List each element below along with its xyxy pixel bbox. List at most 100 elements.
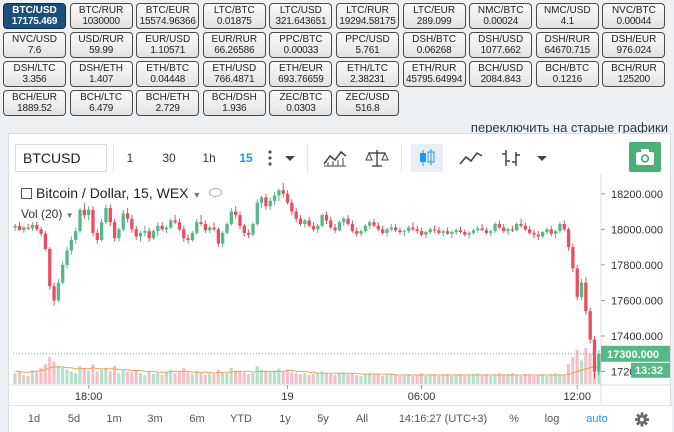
volume-bar: [463, 375, 467, 384]
volume-bar: [212, 374, 216, 384]
volume-bar: [134, 370, 138, 384]
settings-gear-icon[interactable]: [631, 406, 653, 432]
candles-chart-type-icon[interactable]: [411, 144, 443, 172]
range-all-button[interactable]: All: [349, 406, 375, 432]
candle-body: [476, 228, 480, 231]
ticker-button[interactable]: BCH/ETH 2.729: [136, 90, 200, 116]
volume-bar: [208, 373, 212, 384]
range-1m-button[interactable]: 1m: [101, 406, 127, 432]
candle-body: [272, 195, 277, 201]
candle-body: [268, 200, 272, 207]
countdown-label: 13:32: [635, 365, 663, 377]
interval-30-button[interactable]: 30: [155, 144, 183, 172]
ticker-button[interactable]: BTC/USD 17175.469: [3, 3, 66, 29]
interval-dropdown-chevron-icon[interactable]: [279, 144, 301, 172]
candle-body: [130, 218, 134, 230]
ticker-button[interactable]: ZEC/USD 516.8: [336, 90, 399, 116]
ticker-button[interactable]: LTC/EUR 289.099: [402, 3, 466, 29]
bars-chart-type-icon[interactable]: [495, 144, 527, 172]
ticker-button[interactable]: BCH/USD 2084.843: [469, 61, 533, 87]
candle-body: [264, 197, 268, 207]
ticker-button[interactable]: NVC/USD 7.6: [3, 32, 66, 58]
ticker-button[interactable]: ETH/EUR 693.76659: [269, 61, 333, 87]
ticker-button[interactable]: DSH/EUR 976.024: [602, 32, 666, 58]
chart-legend: Bitcoin / Dollar, 15, WEX ▼: [21, 185, 223, 201]
volume-bar: [303, 373, 307, 384]
candle-body: [584, 282, 588, 312]
compare-scales-icon[interactable]: [361, 144, 393, 172]
ticker-button[interactable]: ZEC/BTC 0.0303: [269, 90, 333, 116]
volume-bar: [579, 360, 584, 384]
volume-bar: [30, 370, 34, 384]
volume-bar: [17, 371, 21, 384]
interval-15-button[interactable]: 15: [233, 144, 259, 172]
volume-bar: [346, 374, 350, 384]
area-chart-type-icon[interactable]: [455, 144, 487, 172]
legend-dropdown-chevron-icon[interactable]: ▼: [192, 190, 201, 200]
ticker-value: 1.936: [222, 103, 247, 114]
ticker-button[interactable]: DSH/ETH 1.407: [69, 61, 133, 87]
ticker-button[interactable]: LTC/BTC 0.01875: [202, 3, 266, 29]
ticker-button[interactable]: BCH/EUR 1889.52: [3, 90, 66, 116]
ticker-button[interactable]: NVC/BTC 0.00044: [602, 3, 666, 29]
percent-scale-toggle[interactable]: %: [505, 406, 523, 432]
collapse-legend-icon[interactable]: [21, 188, 32, 199]
range-3m-button[interactable]: 3m: [141, 406, 169, 432]
ticker-button[interactable]: PPC/BTC 0.00033: [269, 32, 333, 58]
range-6m-button[interactable]: 6m: [183, 406, 211, 432]
volume-dropdown-chevron-icon[interactable]: ▼: [66, 211, 74, 220]
range-5d-button[interactable]: 5d: [61, 406, 87, 432]
ticker-button[interactable]: DSH/LTC 3.356: [3, 61, 66, 87]
ticker-button[interactable]: BCH/DSH 1.936: [202, 90, 266, 116]
ticker-button[interactable]: LTC/USD 321.643651: [269, 3, 333, 29]
ticker-button[interactable]: PPC/USD 5.761: [336, 32, 399, 58]
more-intervals-icon[interactable]: [263, 144, 277, 172]
ticker-button[interactable]: DSH/RUR 64670.715: [535, 32, 599, 58]
ticker-button[interactable]: DSH/USD 1077.662: [469, 32, 533, 58]
volume-bar: [246, 374, 251, 384]
chart-type-dropdown-chevron-icon[interactable]: [531, 144, 553, 172]
ticker-button[interactable]: DSH/BTC 0.06268: [402, 32, 466, 58]
visibility-eye-icon[interactable]: [209, 188, 223, 197]
ticker-button[interactable]: ETH/USD 766.4871: [202, 61, 266, 87]
range-5y-button[interactable]: 5y: [311, 406, 335, 432]
log-scale-toggle[interactable]: log: [541, 406, 563, 432]
ticker-button[interactable]: EUR/USD 1.10571: [136, 32, 200, 58]
ticker-button[interactable]: BTC/EUR 15574.96366: [136, 3, 200, 29]
price-chart[interactable]: 18200.000 18000.000 17800.000 17600.000 1740…: [9, 174, 670, 405]
candle-body: [489, 231, 493, 233]
candle-body: [234, 211, 238, 216]
interval-1-button[interactable]: 1: [119, 144, 141, 172]
ticker-button[interactable]: NMC/USD 4.1: [535, 3, 599, 29]
ticker-button[interactable]: BTC/RUR 1030000: [69, 3, 133, 29]
symbol-search-field[interactable]: BTCUSD: [15, 144, 107, 172]
volume-bar: [160, 375, 164, 384]
ticker-pair: NMC/BTC: [477, 5, 524, 16]
ticker-button[interactable]: NMC/BTC 0.00024: [469, 3, 533, 29]
ticker-button[interactable]: EUR/RUR 66.26586: [202, 32, 266, 58]
candle-body: [277, 190, 281, 196]
ticker-button[interactable]: USD/RUR 59.99: [69, 32, 133, 58]
range-1y-button[interactable]: 1y: [273, 406, 297, 432]
volume-bar: [333, 375, 337, 384]
ticker-button[interactable]: BCH/LTC 6.479: [69, 90, 133, 116]
timezone-clock[interactable]: 14:16:27 (UTC+3): [395, 406, 491, 432]
candle-body: [212, 227, 216, 230]
ticker-value: 1.407: [89, 74, 114, 85]
range-1d-button[interactable]: 1d: [21, 406, 47, 432]
auto-scale-toggle[interactable]: auto: [583, 406, 611, 432]
ticker-button[interactable]: BCH/BTC 0.1216: [535, 61, 599, 87]
ticker-button[interactable]: ETH/LTC 2.38231: [336, 61, 399, 87]
volume-bar: [251, 373, 255, 384]
ticker-button[interactable]: BCH/RUR 125200: [602, 61, 666, 87]
ticker-button[interactable]: ETH/RUR 45795.64994: [402, 61, 466, 87]
candle-body: [450, 232, 454, 234]
candle-body: [125, 213, 130, 219]
ticker-button[interactable]: ETH/BTC 0.04448: [136, 61, 200, 87]
screenshot-camera-button[interactable]: [629, 142, 661, 172]
indicators-icon[interactable]: [319, 144, 351, 172]
range-ytd-button[interactable]: YTD: [225, 406, 257, 432]
interval-1h-button[interactable]: 1h: [195, 144, 223, 172]
ticker-button[interactable]: LTC/RUR 19294.58175: [336, 3, 399, 29]
ticker-value: 2.38231: [350, 74, 385, 85]
